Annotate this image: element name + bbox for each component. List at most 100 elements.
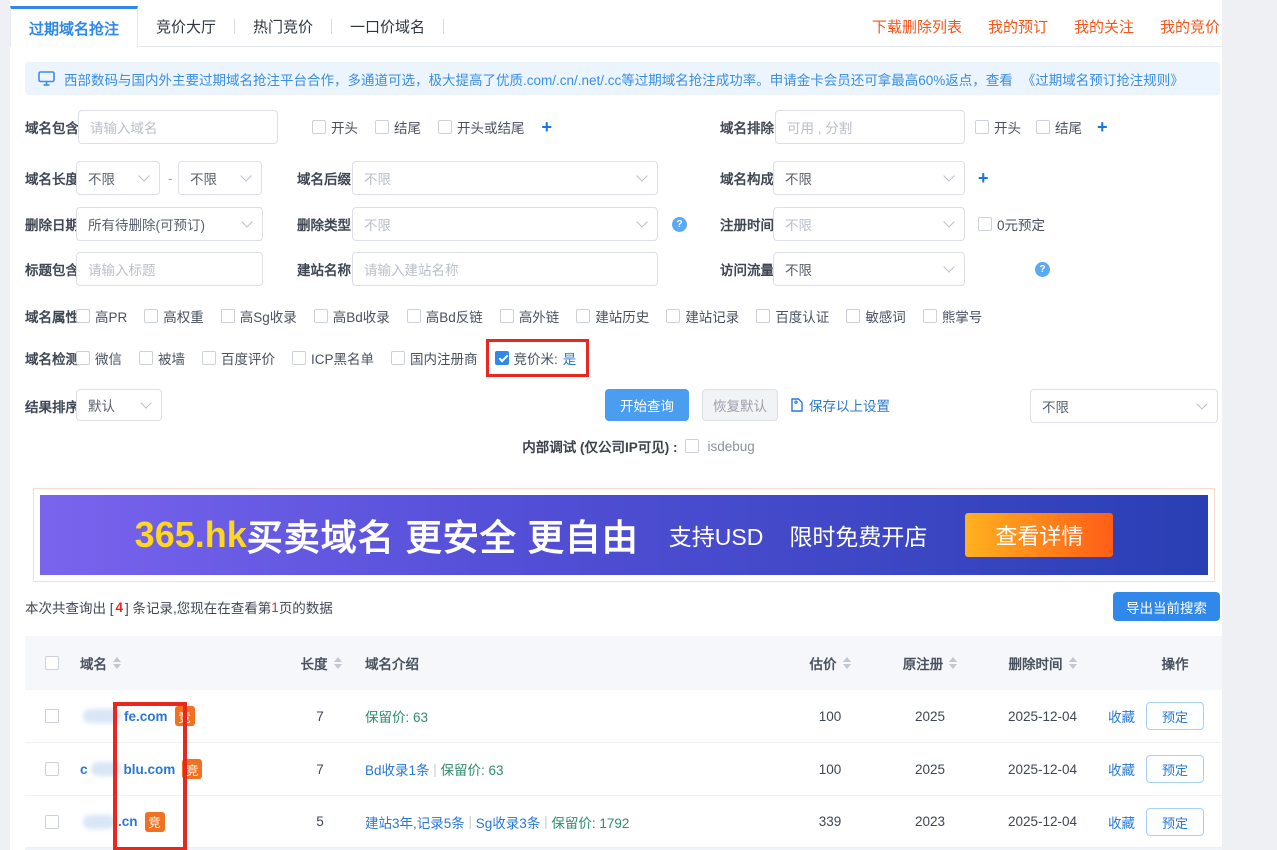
length-from-select[interactable]: 不限	[76, 161, 160, 195]
sort-icon[interactable]	[113, 657, 121, 669]
row-checkbox[interactable]	[45, 815, 59, 829]
checkbox-box[interactable]	[144, 309, 158, 323]
reset-button[interactable]: 恢复默认	[702, 389, 778, 421]
search-button[interactable]: 开始查询	[605, 389, 689, 421]
banner-detail-button[interactable]: 查看详情	[965, 513, 1113, 557]
checkbox-box[interactable]	[202, 351, 216, 365]
checkbox-box[interactable]	[407, 309, 421, 323]
checkbox-box[interactable]	[666, 309, 680, 323]
help-icon[interactable]: ?	[1035, 262, 1050, 277]
sort-icon[interactable]	[949, 657, 957, 669]
checkbox-icp-blacklist[interactable]: ICP黑名单	[292, 348, 374, 368]
reserve-button[interactable]: 预定	[1146, 702, 1204, 730]
link-my-reservations[interactable]: 我的预订	[988, 16, 1048, 37]
checkbox-box[interactable]	[221, 309, 235, 323]
checkbox-box[interactable]	[846, 309, 860, 323]
reserve-button[interactable]: 预定	[1146, 808, 1204, 836]
checkbox-box[interactable]	[978, 217, 992, 231]
checkbox-box[interactable]	[76, 309, 90, 323]
domain-cell[interactable]: c blu.com 竞	[80, 743, 202, 795]
domain-suffix-select[interactable]: 不限	[352, 161, 658, 195]
checkbox-box[interactable]	[576, 309, 590, 323]
checkbox-box[interactable]	[391, 351, 405, 365]
tab-hot-auction[interactable]: 热门竞价	[235, 6, 331, 46]
favorite-link[interactable]: 收藏	[1108, 743, 1135, 795]
checkbox-exclude-ends[interactable]: 结尾	[1036, 117, 1082, 137]
sort-icon[interactable]	[1069, 657, 1077, 669]
checkbox-box[interactable]	[139, 351, 153, 365]
checkbox-box[interactable]	[292, 351, 306, 365]
checkbox-zero-yuan-reserve[interactable]: 0元预定	[978, 214, 1045, 234]
checkbox-box[interactable]	[500, 309, 514, 323]
isdebug-checkbox[interactable]	[685, 439, 699, 453]
link-my-bids[interactable]: 我的竞价	[1160, 16, 1220, 37]
link-my-watchlist[interactable]: 我的关注	[1074, 16, 1134, 37]
row-checkbox[interactable]	[45, 762, 59, 776]
header-length[interactable]: 长度	[290, 636, 352, 690]
checkbox-box[interactable]	[438, 120, 452, 134]
header-domain[interactable]: 域名	[80, 636, 121, 690]
checkbox-blocked[interactable]: 被墙	[139, 348, 185, 368]
checkbox-ends-with[interactable]: 结尾	[375, 117, 421, 137]
export-search-button[interactable]: 导出当前搜索	[1113, 592, 1220, 621]
checkbox-high-external-link[interactable]: 高外链	[500, 306, 560, 326]
checkbox-baidu-verified[interactable]: 百度认证	[756, 306, 829, 326]
checkbox-box[interactable]	[756, 309, 770, 323]
header-estimate[interactable]: 估价	[785, 636, 875, 690]
length-to-select[interactable]: 不限	[178, 161, 262, 195]
checkbox-high-bd-backlink[interactable]: 高Bd反链	[407, 306, 483, 326]
tab-expired-domain-backorder[interactable]: 过期域名抢注	[10, 6, 138, 47]
checkbox-box[interactable]	[1036, 120, 1050, 134]
checkbox-box[interactable]	[76, 351, 90, 365]
reg-time-select[interactable]: 不限	[773, 207, 965, 241]
plus-icon[interactable]: +	[978, 168, 989, 189]
help-icon[interactable]: ?	[672, 217, 687, 232]
header-delete-time[interactable]: 删除时间	[990, 636, 1095, 690]
checkbox-high-bd-index[interactable]: 高Bd收录	[314, 306, 390, 326]
checkbox-high-pr[interactable]: 高PR	[76, 306, 127, 326]
checkbox-box-checked[interactable]	[495, 351, 509, 365]
delete-type-select[interactable]: 不限	[352, 207, 658, 241]
checkbox-box[interactable]	[923, 309, 937, 323]
checkbox-site-history[interactable]: 建站历史	[576, 306, 649, 326]
checkbox-box[interactable]	[314, 309, 328, 323]
checkbox-high-weight[interactable]: 高权重	[144, 306, 204, 326]
checkbox-domestic-registrar[interactable]: 国内注册商	[391, 348, 478, 368]
checkbox-sensitive-word[interactable]: 敏感词	[846, 306, 906, 326]
domain-exclude-input[interactable]: 可用 , 分割	[775, 110, 965, 144]
checkbox-starts-or-ends[interactable]: 开头或结尾	[438, 117, 525, 137]
traffic-select[interactable]: 不限	[773, 252, 965, 286]
ad-banner[interactable]: 365.hk 买卖域名 更安全 更自由 支持USD 限时免费开店 查看详情	[40, 495, 1208, 575]
sort-icon[interactable]	[334, 657, 342, 669]
select-all-checkbox[interactable]	[45, 656, 59, 670]
site-name-input[interactable]: 请输入建站名称	[352, 252, 658, 286]
sort-select[interactable]: 默认	[76, 389, 162, 421]
reserve-button[interactable]: 预定	[1146, 755, 1204, 783]
plus-icon[interactable]: +	[542, 117, 553, 138]
checkbox-site-record[interactable]: 建站记录	[666, 306, 739, 326]
checkbox-xiongzhang[interactable]: 熊掌号	[923, 306, 983, 326]
domain-contains-input[interactable]: 请输入域名	[78, 110, 278, 144]
tab-auction-hall[interactable]: 竞价大厅	[138, 6, 234, 46]
domain-cell[interactable]: fe.com 竞	[80, 690, 195, 742]
tab-buy-now-domains[interactable]: 一口价域名	[332, 6, 443, 46]
sort-icon[interactable]	[843, 657, 851, 669]
checkbox-high-sg-index[interactable]: 高Sg收录	[221, 306, 297, 326]
domain-compose-select[interactable]: 不限	[773, 161, 965, 195]
notice-rules-link[interactable]: 《过期域名预订抢注规则》	[1022, 69, 1184, 89]
checkbox-bidding-domain[interactable]: 竞价米: 是	[495, 348, 577, 368]
right-filter-select[interactable]: 不限	[1030, 389, 1218, 423]
checkbox-baidu-rating[interactable]: 百度评价	[202, 348, 275, 368]
header-original-reg[interactable]: 原注册	[885, 636, 975, 690]
checkbox-box[interactable]	[975, 120, 989, 134]
checkbox-box[interactable]	[375, 120, 389, 134]
row-checkbox[interactable]	[45, 709, 59, 723]
checkbox-box[interactable]	[312, 120, 326, 134]
checkbox-starts-with[interactable]: 开头	[312, 117, 358, 137]
checkbox-wechat[interactable]: 微信	[76, 348, 122, 368]
save-settings-link[interactable]: 保存以上设置	[790, 389, 890, 421]
delete-date-select[interactable]: 所有待删除(可预订)	[76, 207, 263, 241]
plus-icon[interactable]: +	[1097, 117, 1108, 138]
domain-cell[interactable]: .cn 竞	[80, 796, 165, 847]
title-contains-input[interactable]: 请输入标题	[76, 252, 263, 286]
